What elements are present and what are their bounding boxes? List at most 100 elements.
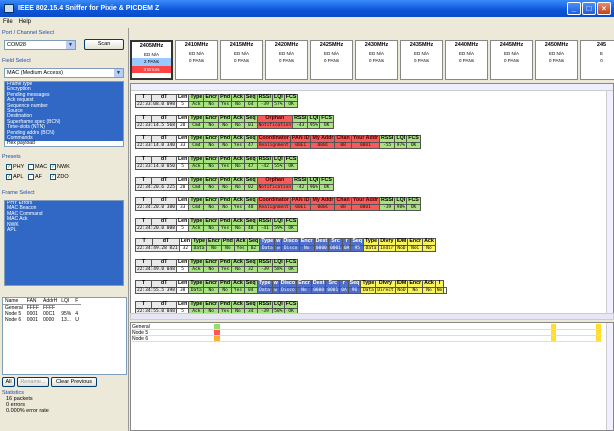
channel-tab[interactable]: 2425MHz ED N/A 0 PANs [310,40,353,80]
node-col-header[interactable]: AddrH [41,298,60,305]
timeline-row-label: Node 6 [132,336,149,342]
timeline-marker[interactable] [551,336,556,341]
packet-frame[interactable]: TdT Len Type Encr Pnd Ack Seq Coordinator PAN ID… [134,135,421,149]
port-select[interactable]: COM28 ▼ [4,40,76,50]
packet-frame[interactable]: TdT Len Type Encr Pnd Ack Seq Orphan RSSI LQI FCS 2… [134,177,334,191]
packet-field-header: Len [175,156,190,164]
packet-field-header: RSSI [256,218,273,226]
packet-frame[interactable]: TdT Len Type Encr Pnd Ack Seq RSSI LQI FCS 22:34:2… [134,218,299,232]
channel-pans: 0 PANs [549,58,564,63]
packet-field-header: Encr [203,301,220,309]
channel-tab[interactable]: 2415MHz ED N/A 0 PANs [220,40,263,80]
rename-button[interactable]: Rename... [17,377,49,387]
field-item[interactable]: Hex payload [5,140,123,146]
packet-field-value: 0A [341,244,352,252]
channel-tab[interactable]: 2430MHz ED N/A 0 PANs [355,40,398,80]
packet-field-header: Seq [243,197,258,205]
packet-field-value: -42 [292,183,309,191]
packet-field-header: Ack [233,238,248,246]
field-list[interactable]: Frame type Encryption Pending messages Ack … [4,81,124,147]
packet-field-value: -39 [256,265,273,273]
port-value: COM28 [7,42,26,48]
preset-af-checkbox[interactable]: AF [28,174,42,180]
channel-tab[interactable]: 2445MHz ED N/A 0 PANs [490,40,533,80]
packet-field-value: 95% [307,121,321,129]
timeline-row[interactable]: Node 6 [132,336,602,342]
packet-field-value: 0A [339,286,349,294]
preset-label: APL [13,174,24,180]
channel-tab[interactable]: 2420MHz ED N/A 0 PANs [265,40,308,80]
channel-pans: 0 PANs [324,58,339,63]
channel-tab[interactable]: 245 E 0 [580,40,614,80]
channel-tab[interactable]: 2435MHz ED N/A 0 PANs [400,40,443,80]
packet-field-value: 58% [271,265,285,273]
packet-vscroll[interactable] [606,91,613,318]
packet-hscroll[interactable] [131,84,613,91]
packet-frame[interactable]: TdT Len Type Encr Pnd Ack Seq RSSI LQI FCS 22:34:4… [134,259,299,273]
timeline-marker[interactable] [214,324,220,329]
packet-frame[interactable]: TdT Len Type Encr Pnd Ack Seq Coordinator PAN ID… [134,197,421,211]
scan-button[interactable]: Scan [84,39,124,50]
channel-tab[interactable]: 2405MHz ED N/A 2 PANs 3 Errors [130,40,173,80]
timeline-vscroll[interactable] [606,323,613,430]
clear-previous-button[interactable]: Clear Previous [51,377,97,387]
timeline-marker[interactable] [596,324,601,329]
packet-field-header: Encr [203,259,220,267]
packet-field-value: 55% [271,162,285,170]
maximize-button[interactable]: □ [582,2,596,15]
menu-file[interactable]: File [3,19,13,25]
packet-field-header: Seq [350,238,365,246]
channel-pans: 0 PANs [414,58,429,63]
packet-field-value: Cmd [188,203,205,211]
packet-field-value: OK [283,100,299,108]
timeline-marker[interactable] [214,330,220,335]
packet-field-header: Type [188,280,205,288]
channel-ed: ED N/A [503,50,519,56]
channel-tab[interactable]: 2440MHz ED N/A 0 PANs [445,40,488,80]
packet-field-value: Notification [256,121,294,129]
packet-field-header: Len [175,259,190,267]
field-select[interactable]: MAC (Medium Access) ▼ [4,68,124,78]
packet-field-header: Pnd [218,197,233,205]
menu-help[interactable]: Help [19,19,31,25]
frame-list[interactable]: PHY Errors MAC Beacon MAC Command MAC Ack NW… [4,200,124,286]
minimize-button[interactable]: _ [567,2,581,15]
channel-tab[interactable]: 2450MHz ED N/A 0 PANs [535,40,578,80]
packet-field-header: Type [188,301,205,309]
packet-field-value: OK [406,203,421,211]
packet-frame[interactable]: TdT Len Type Encr Pnd Ack Seq Type w Disco Encr Des… [134,238,436,252]
packet-field-header: Seq [243,135,258,143]
timeline-hscroll[interactable] [130,313,614,320]
packet-view: TdT Len Type Encr Pnd Ack Seq RSSI LQI FCS 22:33:0… [130,83,614,319]
checkbox-box: ✓ [50,164,56,170]
packet-frame[interactable]: TdT Len Type Encr Pnd Ack Seq Type w Disco Encr Des… [134,280,448,294]
timeline-marker[interactable] [596,330,601,335]
channel-pans: 0 PANs [189,58,204,63]
timeline-marker[interactable] [214,336,220,341]
packet-frame[interactable]: TdT Len Type Encr Pnd Ack Seq RSSI LQI FCS 22:33:0… [134,94,299,108]
preset-nwk-checkbox[interactable]: ✓ NWK [50,164,70,170]
node-cell: Node 6 [5,317,22,323]
packet-field-value: 0B [334,141,352,149]
preset-phy-checkbox[interactable]: ✓ PHY [6,164,24,170]
packet-field-header: Encr [206,238,222,246]
packet-field-header: Len [175,280,190,288]
timeline-marker[interactable] [551,324,556,329]
close-button[interactable]: × [597,2,611,15]
node-row[interactable]: Node 6 0001 0000 13... U [3,317,81,323]
packet-frame[interactable]: TdT Len Type Encr Pnd Ack Seq RSSI LQI FCS 22:33:1… [134,156,299,170]
packet-field-header: Encr [203,197,220,205]
preset-mac-checkbox[interactable]: MAC [28,164,47,170]
preset-zdo-checkbox[interactable]: ✓ ZDO [50,174,69,180]
all-button[interactable]: All [2,377,15,387]
packet-field-header: Type [188,135,205,143]
timeline-marker[interactable] [551,330,556,335]
packet-value-row: 22:34:55.5 398 38 Data No No Yes 04 Data w Disco N… [135,286,448,294]
preset-apl-checkbox[interactable]: ✓ APL [6,174,23,180]
packet-field-header: Len [175,301,190,309]
packet-frame[interactable]: TdT Len Type Encr Pnd Ack Seq Orphan RSSI LQI FCS 2… [134,115,334,129]
frame-item[interactable]: APL [5,227,123,234]
timeline-marker[interactable] [596,336,601,341]
channel-ed: ED N/A [458,50,474,56]
channel-tab[interactable]: 2410MHz ED N/A 0 PANs [175,40,218,80]
